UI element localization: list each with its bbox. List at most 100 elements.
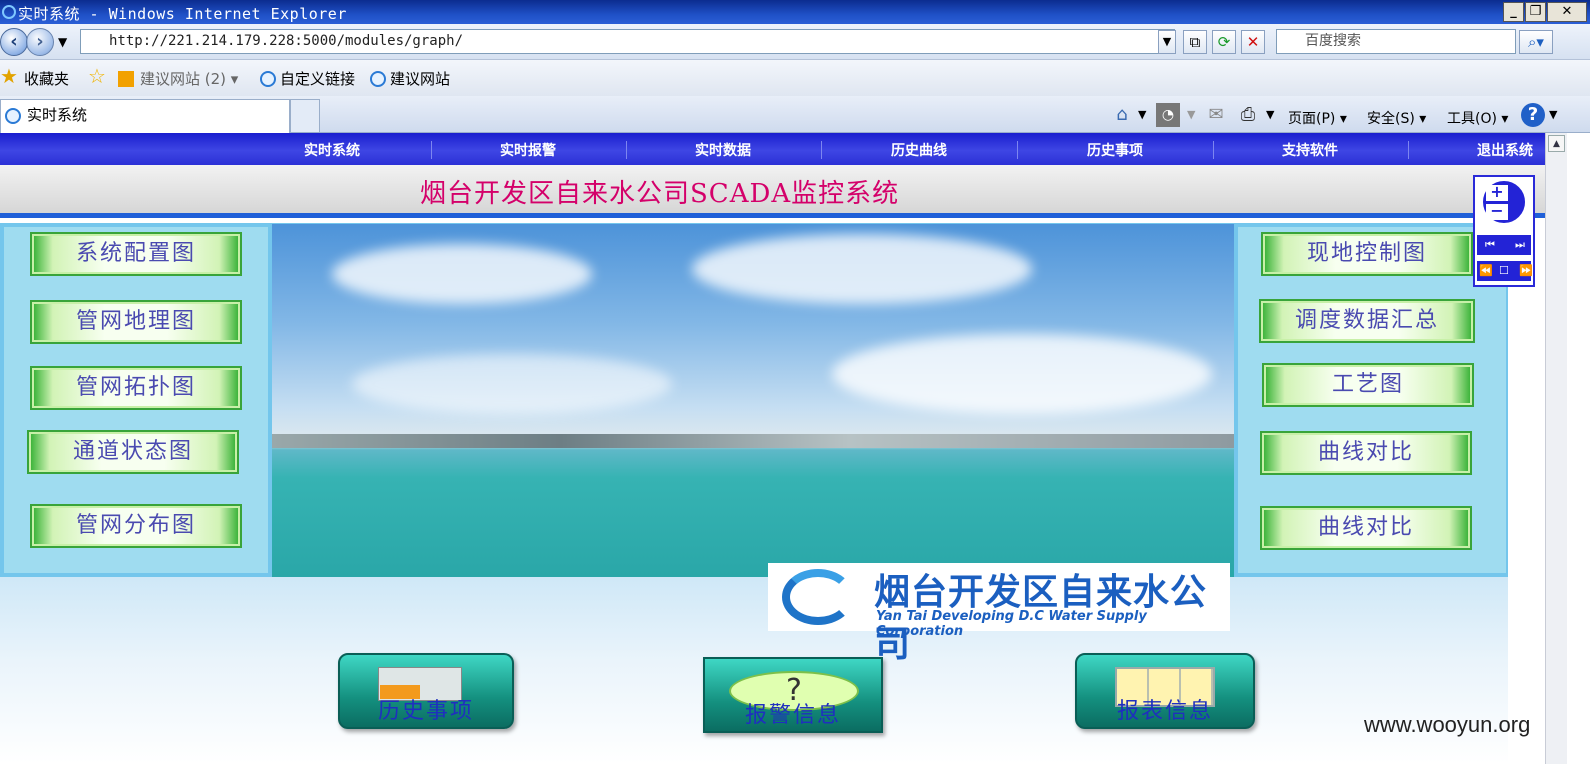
fav-item-suggested-sites[interactable]: 建议网站 bbox=[370, 68, 450, 89]
help-dropdown-icon[interactable]: ▼ bbox=[1549, 108, 1557, 121]
tab-bar: 实时系统 bbox=[0, 96, 1590, 133]
vertical-scrollbar[interactable]: ▲ bbox=[1545, 133, 1567, 764]
cloud bbox=[692, 234, 1032, 304]
pipe-network-distribution-button[interactable]: 管网分布图 bbox=[30, 504, 242, 548]
report-info-label: 报表信息 bbox=[1116, 699, 1213, 724]
tools-menu[interactable]: 工具(O) ▾ bbox=[1447, 108, 1508, 128]
favorites-star-icon[interactable]: ★ bbox=[0, 64, 18, 88]
page-menu[interactable]: 页面(P) ▾ bbox=[1288, 108, 1347, 128]
company-swirl-icon bbox=[782, 569, 854, 625]
history-dropdown-icon[interactable]: ▼ bbox=[58, 35, 67, 49]
pipe-network-topology-button[interactable]: 管网拓扑图 bbox=[30, 366, 242, 410]
forward-button[interactable]: › bbox=[26, 28, 54, 56]
window-title: 实时系统 - Windows Internet Explorer bbox=[18, 5, 347, 23]
url-dropdown-icon[interactable]: ▼ bbox=[1158, 30, 1176, 54]
alarm-info-button[interactable]: ? 报警信息 bbox=[703, 657, 883, 733]
nav-separator bbox=[431, 141, 432, 159]
pan-row-2: ⏪ ☐ ⏩ bbox=[1477, 261, 1533, 281]
channel-status-button[interactable]: 通道状态图 bbox=[27, 430, 239, 474]
stop-icon[interactable]: ✕ bbox=[1241, 30, 1265, 54]
ie-link-icon bbox=[260, 71, 276, 87]
ie-link-icon bbox=[370, 71, 386, 87]
zoom-out-button[interactable]: − bbox=[1486, 203, 1508, 220]
bing-icon bbox=[118, 71, 134, 87]
minimize-button[interactable]: _ bbox=[1503, 2, 1524, 22]
fav-item-custom-links[interactable]: 自定义链接 bbox=[260, 68, 355, 89]
search-go-icon[interactable]: ⌕▾ bbox=[1519, 30, 1553, 54]
pan-row-1: ⏮ ⏭ bbox=[1477, 235, 1531, 255]
distant-shoreline bbox=[272, 434, 1234, 448]
nav-separator bbox=[1213, 141, 1214, 159]
nav-history-events[interactable]: 历史事项 bbox=[1055, 140, 1175, 160]
feeds-dropdown-icon[interactable]: ▼ bbox=[1187, 108, 1195, 121]
add-favorite-icon[interactable]: ☆ bbox=[88, 64, 106, 88]
help-icon[interactable]: ? bbox=[1521, 103, 1545, 127]
ie-icon bbox=[2, 5, 16, 19]
company-name-en: Yan Tai Developing D.C Water Supply Corp… bbox=[876, 609, 1147, 639]
nav-exit-system[interactable]: 退出系统 bbox=[1445, 140, 1545, 160]
process-diagram-button[interactable]: 工艺图 bbox=[1262, 363, 1474, 407]
tab-ie-icon bbox=[5, 108, 21, 124]
cloud bbox=[352, 354, 672, 414]
nav-separator bbox=[821, 141, 822, 159]
history-events-label: 历史事项 bbox=[377, 699, 474, 724]
nav-history-curve[interactable]: 历史曲线 bbox=[859, 140, 979, 160]
page-viewport: 实时系统 实时报警 实时数据 历史曲线 历史事项 支持软件 退出系统 烟台开发区… bbox=[0, 133, 1545, 764]
tab-title: 实时系统 bbox=[27, 106, 88, 124]
fav-item-suggested[interactable]: 建议网站 (2) ▾ bbox=[118, 68, 238, 89]
fast-forward-icon[interactable]: ⏩ bbox=[1519, 261, 1533, 281]
pipe-network-geo-button[interactable]: 管网地理图 bbox=[30, 300, 242, 344]
mail-icon[interactable]: ✉ bbox=[1204, 103, 1228, 127]
address-bar: ‹ › ▼ http://221.214.179.228:5000/module… bbox=[0, 24, 1590, 60]
zoom-in-button[interactable]: + bbox=[1486, 184, 1508, 201]
safety-menu[interactable]: 安全(S) ▾ bbox=[1367, 108, 1426, 128]
favorites-label[interactable]: 收藏夹 bbox=[24, 68, 69, 89]
curve-compare-button-2[interactable]: 曲线对比 bbox=[1260, 506, 1472, 550]
local-control-diagram-button[interactable]: 现地控制图 bbox=[1261, 232, 1473, 276]
url-input[interactable]: http://221.214.179.228:5000/modules/grap… bbox=[80, 29, 1175, 54]
fit-view-icon[interactable]: ☐ bbox=[1499, 261, 1509, 281]
cloud bbox=[332, 244, 592, 304]
nav-separator bbox=[1408, 141, 1409, 159]
nav-separator bbox=[626, 141, 627, 159]
home-icon[interactable]: ⌂ bbox=[1110, 103, 1134, 127]
cloud bbox=[832, 334, 1212, 414]
nav-realtime-system[interactable]: 实时系统 bbox=[272, 140, 392, 160]
first-page-icon[interactable]: ⏮ bbox=[1485, 235, 1495, 255]
print-icon[interactable]: ⎙ bbox=[1236, 103, 1260, 127]
nav-support-software[interactable]: 支持软件 bbox=[1250, 140, 1370, 160]
top-navigation: 实时系统 实时报警 实时数据 历史曲线 历史事项 支持软件 退出系统 bbox=[0, 133, 1545, 165]
seascape-photo bbox=[272, 224, 1234, 577]
watermark: www.wooyun.org bbox=[1364, 712, 1531, 737]
close-button[interactable]: ✕ bbox=[1547, 2, 1587, 22]
refresh-icon[interactable]: ⟳ bbox=[1212, 30, 1236, 54]
home-dropdown-icon[interactable]: ▼ bbox=[1138, 108, 1146, 121]
feeds-icon[interactable]: ◔ bbox=[1156, 103, 1180, 127]
nav-realtime-data[interactable]: 实时数据 bbox=[663, 140, 783, 160]
dispatch-data-summary-button[interactable]: 调度数据汇总 bbox=[1259, 299, 1475, 343]
company-logo: 烟台开发区自来水公司 Yan Tai Developing D.C Water … bbox=[768, 563, 1230, 665]
window-titlebar: 实时系统 - Windows Internet Explorer _ ❐ ✕ bbox=[0, 0, 1590, 24]
compat-view-icon[interactable]: ⧉ bbox=[1183, 30, 1207, 54]
alarm-info-label: 报警信息 bbox=[744, 703, 841, 728]
back-button[interactable]: ‹ bbox=[0, 28, 28, 56]
window-right-edge bbox=[1567, 133, 1590, 764]
system-config-diagram-button[interactable]: 系统配置图 bbox=[30, 232, 242, 276]
last-page-icon[interactable]: ⏭ bbox=[1515, 235, 1525, 255]
restore-button[interactable]: ❐ bbox=[1525, 2, 1546, 22]
tab-realtime-system[interactable]: 实时系统 bbox=[0, 99, 290, 133]
history-events-button[interactable]: 历史事项 bbox=[338, 653, 514, 729]
report-info-button[interactable]: 报表信息 bbox=[1075, 653, 1255, 729]
rewind-icon[interactable]: ⏪ bbox=[1479, 261, 1493, 281]
zoom-control: + − ⏮ ⏭ ⏪ ☐ ⏩ bbox=[1473, 175, 1535, 287]
search-input[interactable]: 百度搜索 bbox=[1276, 29, 1516, 54]
print-dropdown-icon[interactable]: ▼ bbox=[1266, 108, 1274, 121]
scroll-up-icon[interactable]: ▲ bbox=[1548, 135, 1565, 152]
favorites-bar: ★ 收藏夹 ☆ 建议网站 (2) ▾ 自定义链接 建议网站 bbox=[0, 60, 1590, 96]
new-tab-button[interactable] bbox=[290, 99, 320, 133]
nav-separator bbox=[1017, 141, 1018, 159]
nav-realtime-alarm[interactable]: 实时报警 bbox=[468, 140, 588, 160]
curve-compare-button[interactable]: 曲线对比 bbox=[1260, 431, 1472, 475]
system-title: 烟台开发区自来水公司SCADA监控系统 bbox=[420, 179, 900, 209]
system-header: 烟台开发区自来水公司SCADA监控系统 bbox=[0, 165, 1545, 218]
